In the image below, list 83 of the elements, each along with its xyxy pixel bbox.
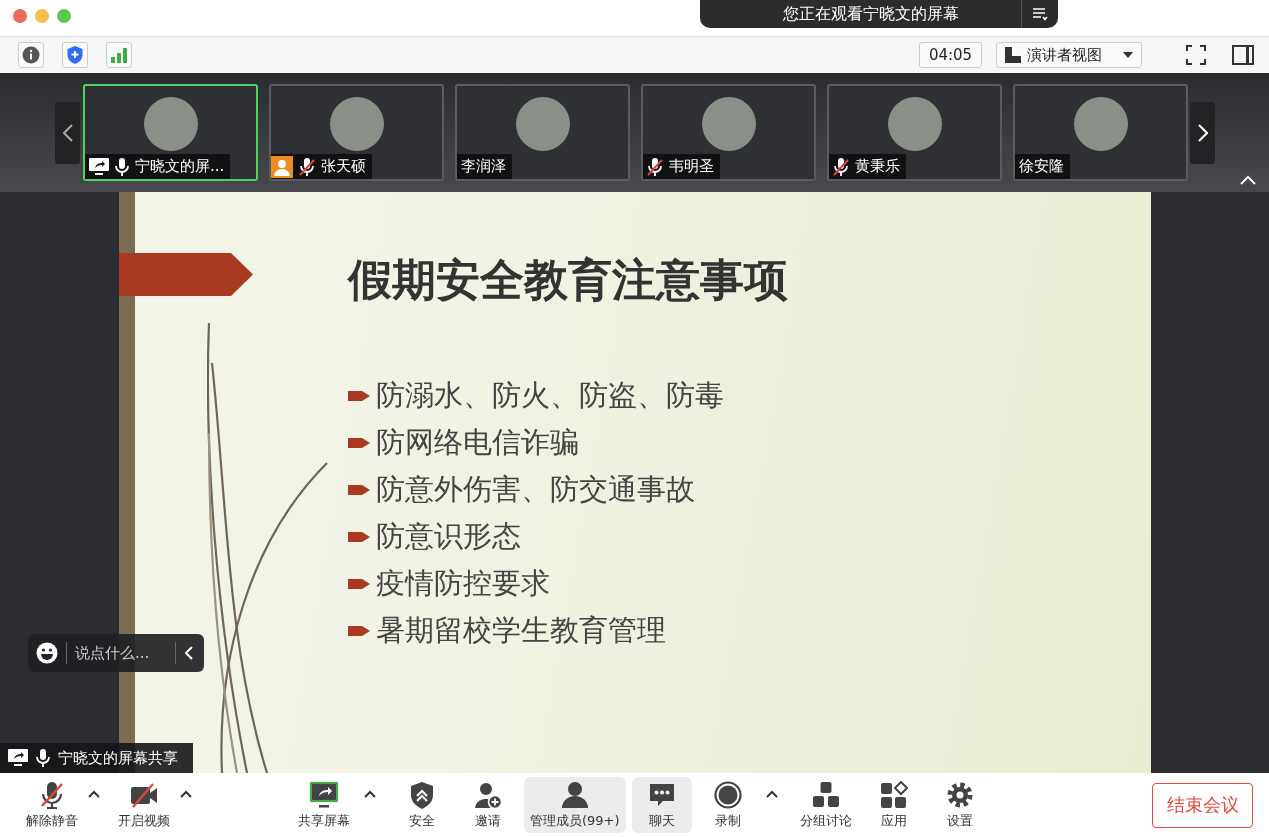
bullet-text: 暑期留校学生教育管理 xyxy=(376,611,666,649)
bullet-text: 防溺水、防火、防盗、防毒 xyxy=(376,376,724,414)
bullet-arrow-icon xyxy=(348,576,370,591)
layout-icon xyxy=(1005,47,1021,63)
bullet-text: 防网络电信诈骗 xyxy=(376,423,579,461)
end-meeting-button[interactable]: 结束会议 xyxy=(1152,782,1253,828)
apps-icon xyxy=(879,780,908,809)
meeting-timer: 04:05 xyxy=(919,42,982,68)
avatar-photo xyxy=(1074,97,1128,151)
avatar-photo xyxy=(330,97,384,151)
window-close-button[interactable] xyxy=(13,9,27,23)
participant-name: 宁晓文的屏... xyxy=(135,157,225,176)
share-button[interactable]: 共享屏幕 xyxy=(292,777,356,833)
microphone-icon xyxy=(36,749,50,767)
participant-name: 韦明圣 xyxy=(669,157,714,176)
chevron-up-icon xyxy=(1240,175,1256,185)
sidebar-icon xyxy=(1231,45,1254,65)
smiley-icon[interactable] xyxy=(36,642,58,664)
camera-button[interactable]: 开启视频 xyxy=(112,777,176,833)
participant-tile[interactable]: 宁晓文的屏... xyxy=(83,84,258,181)
security-button[interactable]: 安全 xyxy=(392,777,452,833)
share-source-name: 宁晓文的屏幕共享 xyxy=(58,748,178,768)
chevron-left-icon xyxy=(62,123,73,142)
menu-icon[interactable] xyxy=(1032,7,1048,21)
record-icon xyxy=(713,780,742,809)
banner-text: 您正在观看宁晓文的屏幕 xyxy=(781,3,960,25)
chevron-up-icon xyxy=(180,790,192,798)
person-icon xyxy=(560,780,589,809)
apps-button[interactable]: 应用 xyxy=(863,777,924,833)
bullet-arrow-icon xyxy=(348,623,370,638)
bullet-text: 防意识形态 xyxy=(376,517,521,555)
next-page-button[interactable] xyxy=(1190,101,1215,164)
view-dropdown[interactable]: 演讲者视图 xyxy=(996,42,1142,68)
chevron-up-icon xyxy=(88,790,100,798)
chevron-right-icon xyxy=(1197,123,1208,142)
bullet-text: 疫情防控要求 xyxy=(376,564,550,602)
record-button[interactable]: 录制 xyxy=(697,777,758,833)
avatar-photo xyxy=(888,97,942,151)
participant-name: 张天硕 xyxy=(321,157,366,176)
info-icon xyxy=(22,46,40,64)
bullet-arrow-icon xyxy=(348,435,370,450)
bullet-text: 防意外伤害、防交通事故 xyxy=(376,470,695,508)
avatar-photo xyxy=(516,97,570,151)
participant-name: 徐安隆 xyxy=(1019,157,1064,176)
shield-icon xyxy=(66,45,84,65)
slide-title: 假期安全教育注意事项 xyxy=(348,253,788,307)
participant-tile[interactable]: 黄秉乐 xyxy=(827,84,1002,181)
invite-button[interactable]: 邀请 xyxy=(458,777,518,833)
previous-page-button[interactable] xyxy=(55,101,80,164)
shield-icon xyxy=(408,780,436,809)
grid-blocks-icon xyxy=(811,780,840,809)
chevron-left-icon xyxy=(185,646,193,660)
fullscreen-icon xyxy=(1185,45,1206,65)
gear-icon xyxy=(945,780,974,809)
bullet-arrow-icon xyxy=(348,388,370,403)
participant-tile[interactable]: 李润泽 xyxy=(455,84,630,181)
avatar-photo xyxy=(144,97,198,151)
settings-button[interactable]: 设置 xyxy=(929,777,990,833)
screen-share-icon xyxy=(310,780,338,809)
info-button[interactable] xyxy=(18,42,44,68)
mic-button[interactable]: 解除静音 xyxy=(20,777,84,833)
microphone-muted-icon xyxy=(38,780,66,809)
bullet-arrow-icon xyxy=(348,482,370,497)
participant-tile[interactable]: 张天硕 xyxy=(269,84,444,181)
caret-icon xyxy=(1123,52,1133,58)
bullet-arrow-icon xyxy=(348,529,370,544)
participant-name: 李润泽 xyxy=(461,157,506,176)
chevron-up-icon xyxy=(765,790,778,798)
avatar-photo xyxy=(702,97,756,151)
breakout-button[interactable]: 分组讨论 xyxy=(793,777,858,833)
signal-icon xyxy=(110,47,128,63)
screen-share-icon xyxy=(8,749,28,767)
members-button[interactable]: 管理成员(99+) xyxy=(524,777,626,833)
add-person-icon xyxy=(474,780,502,809)
participant-tile[interactable]: 韦明圣 xyxy=(641,84,816,181)
chat-button[interactable]: 聊天 xyxy=(631,777,692,833)
participant-tile[interactable]: 徐安隆 xyxy=(1013,84,1188,181)
collapse-button[interactable] xyxy=(1239,174,1257,186)
network-button[interactable] xyxy=(106,42,132,68)
chat-field[interactable]: 说点什么... xyxy=(75,644,167,662)
participant-name: 黄秉乐 xyxy=(855,157,900,176)
security-button[interactable] xyxy=(62,42,88,68)
chevron-up-icon xyxy=(364,790,376,798)
